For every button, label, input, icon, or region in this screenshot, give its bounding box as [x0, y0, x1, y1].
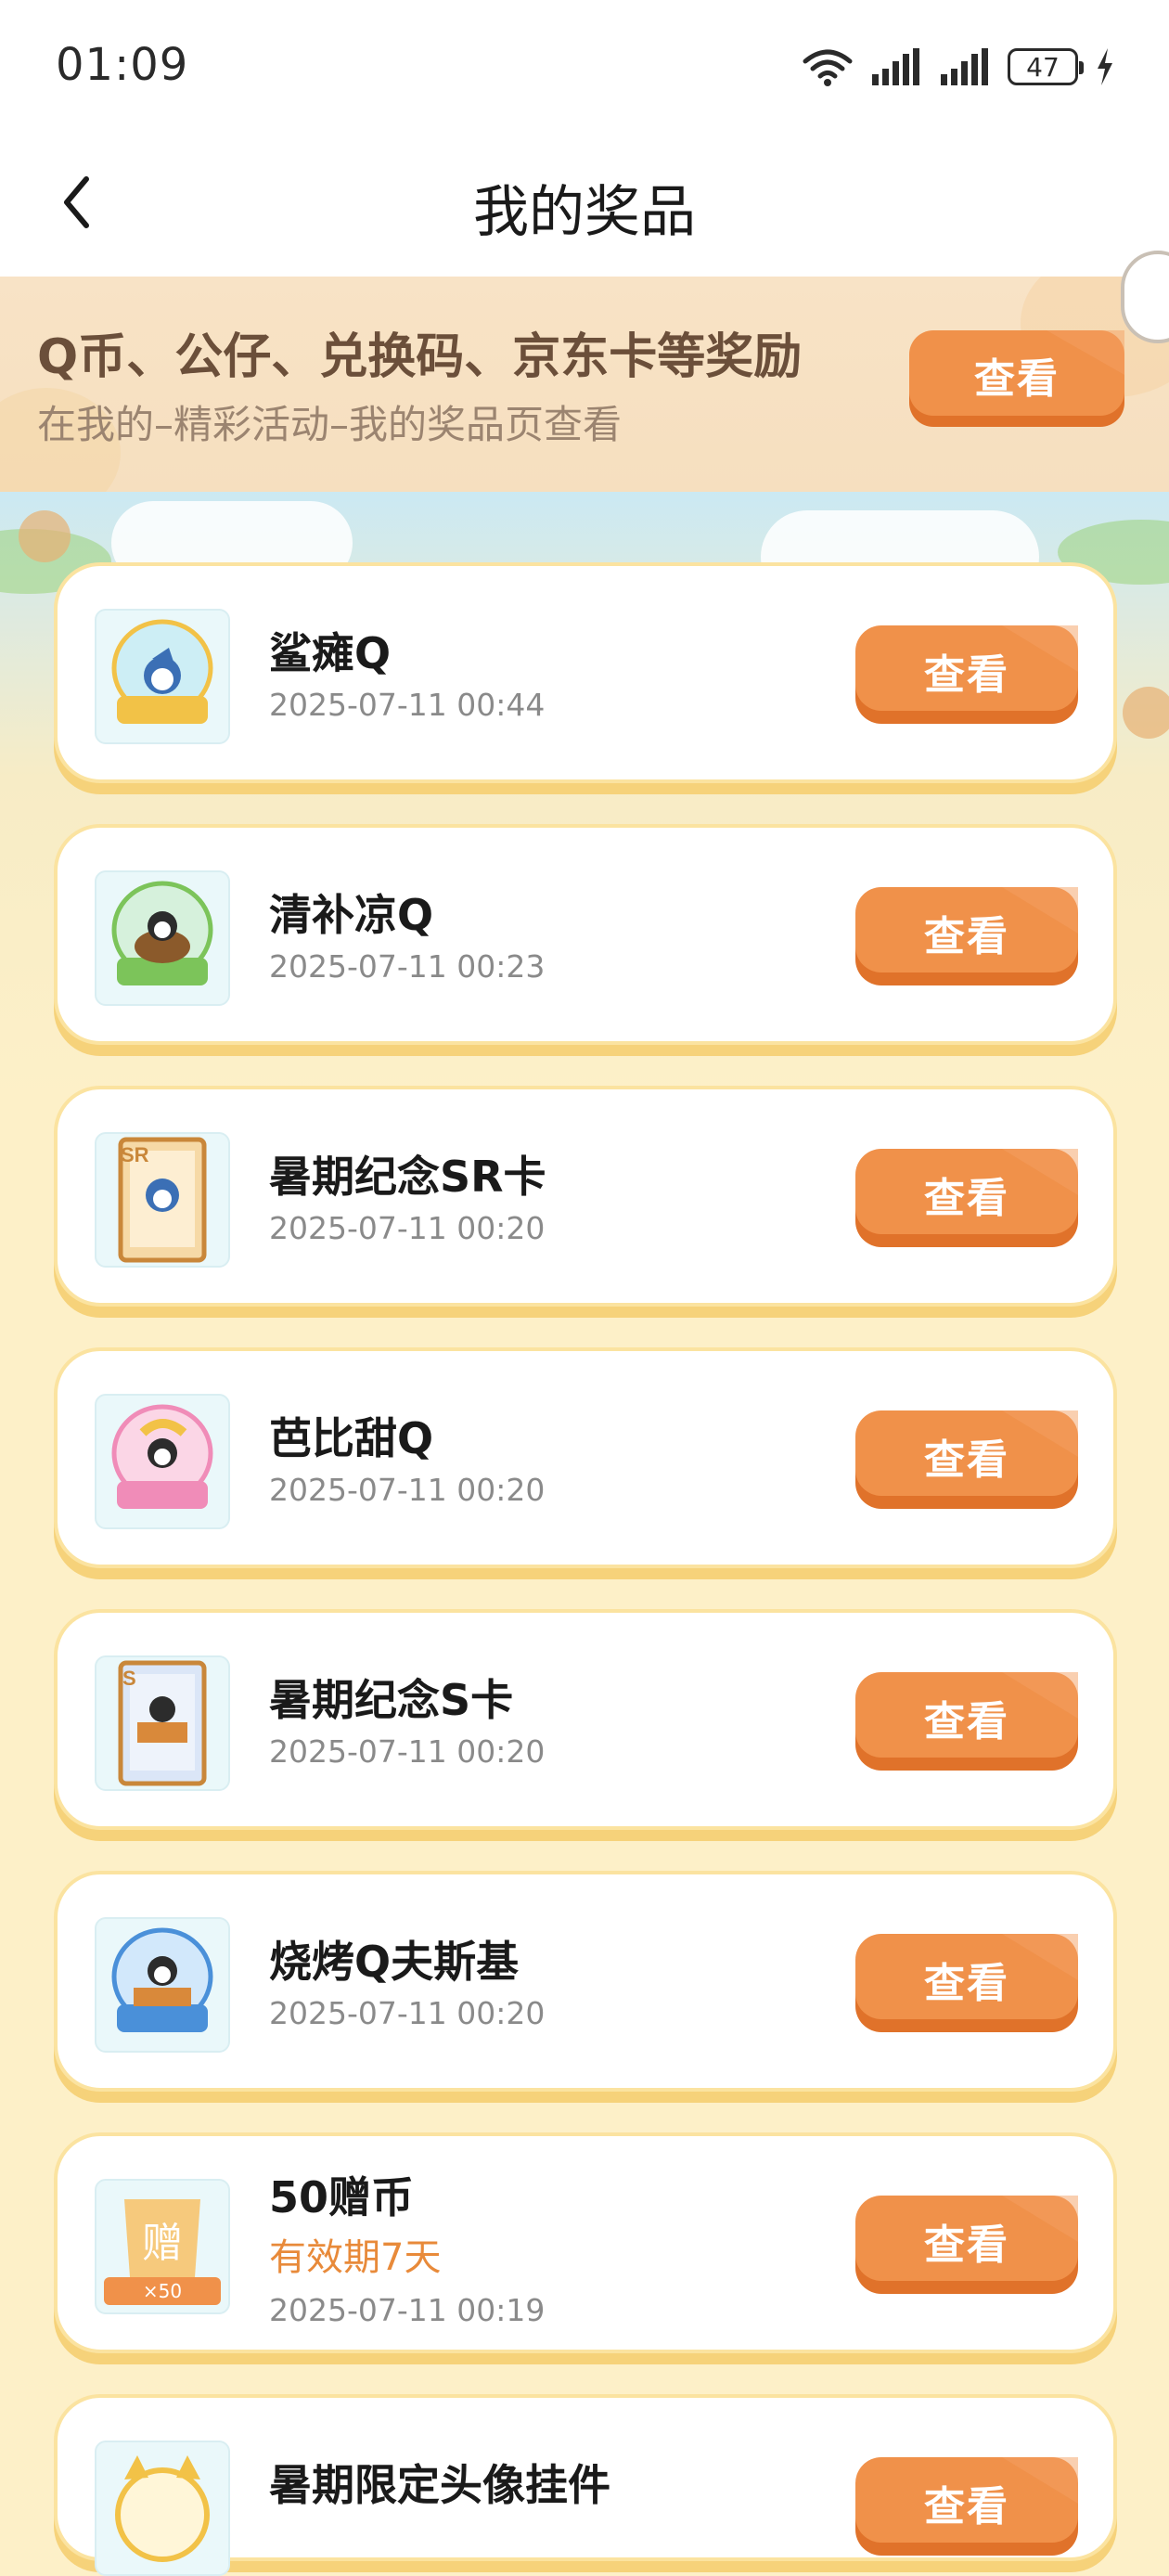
view-prize-button[interactable]: 查看	[854, 2194, 1080, 2296]
prize-name: 鲨瘫Q	[269, 628, 392, 678]
prize-name: 暑期纪念SR卡	[269, 1152, 546, 1202]
prize-date: 2025-07-11 00:20	[269, 1210, 546, 1246]
view-prize-button[interactable]: 查看	[854, 2455, 1080, 2557]
view-prize-button[interactable]: 查看	[854, 1409, 1080, 1511]
view-prize-button[interactable]: 查看	[854, 885, 1080, 987]
prize-name: 烧烤Q夫斯基	[269, 1937, 520, 1987]
prize-name: 暑期限定头像挂件	[269, 2460, 610, 2510]
banner-view-button[interactable]: 查看	[907, 328, 1126, 429]
page-title: 我的奖品	[473, 180, 696, 245]
nav-bar: 我的奖品	[0, 130, 1169, 277]
prize-date: 2025-07-11 00:20	[269, 1472, 546, 1508]
coin-qty-text: ×50	[143, 2280, 182, 2302]
prize-card: 赠 ×50 50赠币 有效期7天 2025-07-11 00:19 查看	[54, 2132, 1117, 2353]
sr-card-icon: SR	[95, 1132, 230, 1268]
avatar-frame-icon	[95, 2441, 230, 2576]
bbq-penguin-figure-icon	[95, 1917, 230, 2053]
prize-name: 清补凉Q	[269, 890, 434, 940]
prize-name: 暑期纪念S卡	[269, 1675, 514, 1725]
view-prize-label: 查看	[924, 1436, 1009, 1484]
view-prize-button[interactable]: 查看	[854, 1147, 1080, 1249]
banner-subtitle: 在我的–精彩活动–我的奖品页查看	[37, 402, 623, 447]
card-badge-text: SR	[121, 1143, 149, 1166]
prize-name: 50赠币	[269, 2172, 415, 2222]
card-badge-text: S	[122, 1667, 136, 1690]
s-card-icon: S	[95, 1655, 230, 1791]
coconut-decoration	[19, 510, 71, 562]
wifi-icon	[803, 49, 853, 86]
status-icons: 47	[802, 43, 1115, 91]
coconut-decoration	[1123, 687, 1169, 739]
prize-validity: 有效期7天	[269, 2236, 442, 2279]
view-prize-label: 查看	[924, 2483, 1009, 2531]
status-bar: 01:09 47	[0, 0, 1169, 130]
barbie-penguin-figure-icon	[95, 1394, 230, 1529]
view-prize-label: 查看	[924, 913, 1009, 960]
view-prize-button[interactable]: 查看	[854, 1670, 1080, 1772]
signal-icon-2	[941, 48, 988, 85]
prize-card: 暑期限定头像挂件 查看	[54, 2394, 1117, 2576]
prize-card: 芭比甜Q 2025-07-11 00:20 查看	[54, 1347, 1117, 1568]
prize-name: 芭比甜Q	[269, 1413, 434, 1463]
view-prize-label: 查看	[924, 1960, 1009, 2007]
prize-date: 2025-07-11 00:44	[269, 687, 546, 723]
battery-icon: 47	[1008, 48, 1084, 85]
banner-title: Q币、公仔、兑换码、京东卡等奖励	[37, 329, 803, 385]
prize-date: 2025-07-11 00:19	[269, 2292, 546, 2328]
gift-coin-icon: 赠 ×50	[95, 2179, 230, 2314]
prize-card: 烧烤Q夫斯基 2025-07-11 00:20 查看	[54, 1871, 1117, 2092]
banner-view-label: 查看	[974, 355, 1060, 403]
prize-card: SR 暑期纪念SR卡 2025-07-11 00:20 查看	[54, 1086, 1117, 1307]
prize-date: 2025-07-11 00:20	[269, 1995, 546, 2031]
view-prize-button[interactable]: 查看	[854, 1932, 1080, 2034]
charging-icon	[1098, 48, 1112, 85]
rewards-banner: Q币、公仔、兑换码、京东卡等奖励 在我的–精彩活动–我的奖品页查看 查看	[0, 277, 1169, 492]
view-prize-label: 查看	[924, 651, 1009, 699]
view-prize-label: 查看	[924, 2222, 1009, 2269]
view-prize-button[interactable]: 查看	[854, 624, 1080, 726]
signal-icon	[872, 48, 919, 85]
coconut-penguin-figure-icon	[95, 870, 230, 1006]
prize-card: 鲨瘫Q 2025-07-11 00:44 查看	[54, 562, 1117, 783]
floating-button[interactable]	[1121, 251, 1169, 343]
view-prize-label: 查看	[924, 1175, 1009, 1222]
view-prize-label: 查看	[924, 1698, 1009, 1745]
prize-card: 清补凉Q 2025-07-11 00:23 查看	[54, 824, 1117, 1045]
prize-date: 2025-07-11 00:20	[269, 1733, 546, 1770]
prize-date: 2025-07-11 00:23	[269, 948, 546, 985]
coin-char-text: 赠	[142, 2220, 183, 2267]
prize-card: S 暑期纪念S卡 2025-07-11 00:20 查看	[54, 1609, 1117, 1830]
status-time: 01:09	[56, 39, 189, 91]
shark-penguin-figure-icon	[95, 609, 230, 744]
